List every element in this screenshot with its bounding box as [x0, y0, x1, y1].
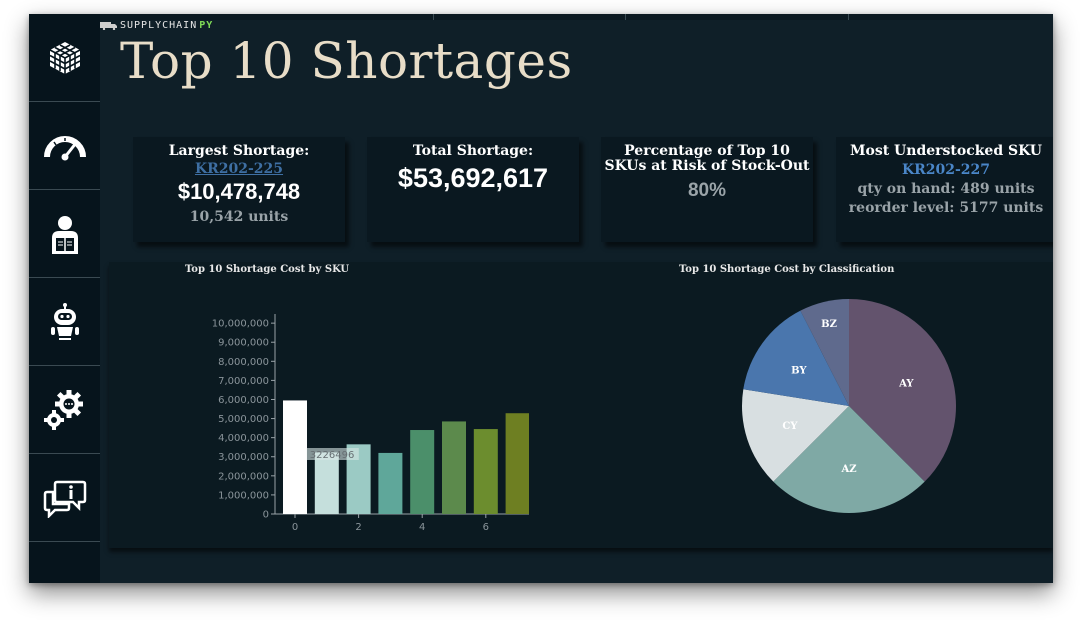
- kpi-title-line2: SKUs at Risk of Stock-Out: [604, 158, 810, 174]
- top-tab-strip: [100, 14, 1030, 20]
- cube-icon: [47, 40, 83, 76]
- kpi-title: Most Understocked SKU: [850, 143, 1042, 159]
- sidebar-item-help[interactable]: [29, 454, 100, 542]
- y-tick-label: 3,000,000: [218, 452, 269, 463]
- pie-label-by: BY: [791, 366, 807, 377]
- kpi-value: $53,692,617: [397, 163, 549, 193]
- y-tick-label: 5,000,000: [218, 414, 269, 425]
- sidebar-item-dashboard[interactable]: [29, 102, 100, 190]
- pie-label-bz: BZ: [821, 319, 837, 330]
- x-tick-label: 4: [419, 522, 425, 533]
- truck-icon: [100, 22, 117, 30]
- sidebar-item-reports[interactable]: [29, 190, 100, 278]
- kpi-card-stockout-risk: Percentage of Top 10 SKUs at Risk of Sto…: [601, 137, 813, 242]
- bar-sku-7[interactable]: [505, 413, 529, 514]
- pie-chart: AY AZ CY BY BZ: [742, 299, 956, 513]
- kpi-card-largest-shortage: Largest Shortage: KR202-225 $10,478,748 …: [133, 137, 345, 242]
- x-tick-label: 6: [483, 522, 489, 533]
- bar-sku-1[interactable]: [314, 452, 339, 514]
- y-tick-label: 0: [263, 510, 269, 521]
- bar-sku-3[interactable]: [378, 452, 403, 514]
- kpi-value: $10,478,748: [177, 179, 301, 204]
- x-tick-label: 0: [292, 522, 298, 533]
- bar-sku-4[interactable]: [410, 430, 435, 514]
- main-area: SUPPLYCHAIN PY Top 10 Shortages Largest S…: [100, 14, 1053, 583]
- speedometer-icon: [43, 131, 87, 161]
- y-tick-label: 2,000,000: [218, 471, 269, 482]
- bar-chart-title: Top 10 Shortage Cost by SKU: [185, 264, 350, 275]
- bar-tooltip-label: 3226496: [310, 450, 355, 461]
- kpi-reorder-level: reorder level: 5177 units: [848, 200, 1044, 216]
- pie-label-az: AZ: [840, 464, 856, 475]
- sidebar: [29, 14, 100, 583]
- y-tick-label: 7,000,000: [218, 376, 269, 387]
- bar-sku-0[interactable]: [283, 400, 307, 514]
- kpi-title-line1: Percentage of Top 10: [624, 143, 790, 159]
- reader-icon: [49, 214, 81, 254]
- kpi-sku-link[interactable]: KR202-227: [836, 162, 1053, 178]
- bar-sku-6[interactable]: [473, 429, 498, 514]
- bar-chart: 0 1,000,000 2,000,000 3,000,000 4,000,000 5,0…: [212, 314, 529, 533]
- x-tick-label: 2: [355, 522, 361, 533]
- kpi-title: Largest Shortage:: [168, 143, 310, 159]
- app-window: SUPPLYCHAIN PY Top 10 Shortages Largest S…: [29, 14, 1053, 583]
- chat-info-icon: [43, 478, 87, 518]
- brand-name: SUPPLYCHAIN: [120, 19, 198, 31]
- y-tick-label: 6,000,000: [218, 395, 269, 406]
- brand-suffix: PY: [199, 19, 214, 31]
- bar-sku-5[interactable]: [442, 421, 466, 514]
- kpi-card-most-understocked: Most Understocked SKU KR202-227 qty on h…: [836, 137, 1053, 242]
- sidebar-item-assistant[interactable]: [29, 278, 100, 366]
- pie-label-cy: CY: [782, 421, 798, 432]
- pie-label-ay: AY: [898, 378, 914, 389]
- kpi-units: 10,542 units: [189, 209, 289, 225]
- charts-panel: Top 10 Shortage Cost by SKU Top 10 Short…: [109, 262, 1053, 548]
- y-tick-label: 8,000,000: [218, 357, 269, 368]
- robot-icon: [50, 302, 80, 341]
- kpi-title: Total Shortage:: [412, 143, 534, 159]
- kpi-card-total-shortage: Total Shortage: $53,692,617: [367, 137, 579, 242]
- page-title: Top 10 Shortages: [120, 32, 573, 90]
- sidebar-item-home[interactable]: [29, 14, 100, 102]
- y-tick-label: 4,000,000: [218, 433, 269, 444]
- y-tick-label: 9,000,000: [218, 338, 269, 349]
- kpi-sku-link[interactable]: KR202-225: [133, 161, 345, 177]
- kpi-qty-on-hand: qty on hand: 489 units: [857, 181, 1035, 197]
- kpi-value: 80%: [687, 180, 727, 201]
- pie-chart-title: Top 10 Shortage Cost by Classification: [679, 264, 895, 275]
- gears-icon: [43, 389, 86, 431]
- y-tick-label: 1,000,000: [218, 490, 269, 501]
- y-tick-label: 10,000,000: [212, 319, 269, 330]
- sidebar-item-settings[interactable]: [29, 366, 100, 454]
